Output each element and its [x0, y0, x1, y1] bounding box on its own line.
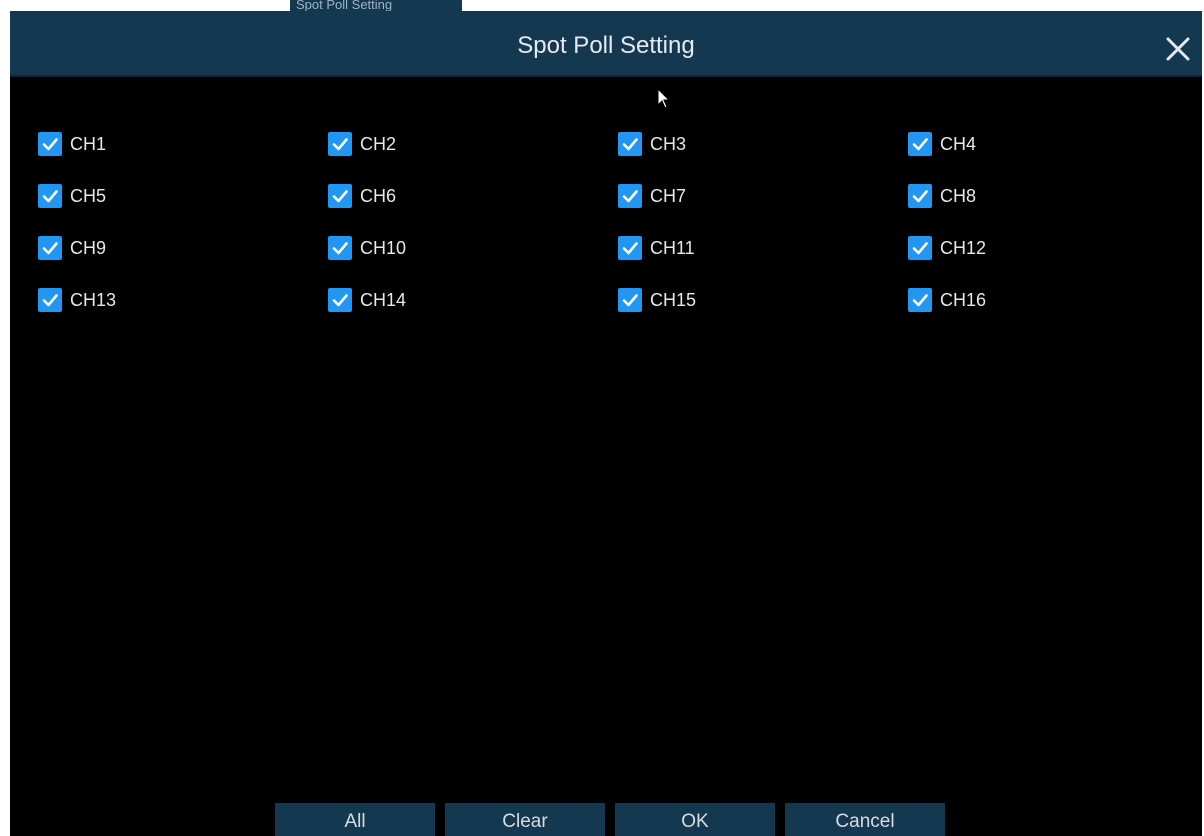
close-button[interactable] — [1160, 31, 1196, 67]
channel-checkbox-ch12[interactable]: CH12 — [908, 235, 986, 261]
channel-checkbox-ch6[interactable]: CH6 — [328, 183, 396, 209]
channel-checkbox-ch4[interactable]: CH4 — [908, 131, 976, 157]
checkbox-checked-icon[interactable] — [328, 236, 352, 260]
checkbox-checked-icon[interactable] — [908, 236, 932, 260]
checkbox-checked-icon[interactable] — [328, 184, 352, 208]
channel-checkbox-ch7[interactable]: CH7 — [618, 183, 686, 209]
channel-label: CH3 — [650, 133, 687, 154]
channel-checkbox-ch9[interactable]: CH9 — [38, 235, 106, 261]
channel-checkbox-ch5[interactable]: CH5 — [38, 183, 106, 209]
channel-label: CH9 — [70, 237, 107, 258]
checkbox-checked-icon[interactable] — [618, 236, 642, 260]
channel-label: CH15 — [650, 289, 697, 310]
channel-label: CH12 — [940, 237, 987, 258]
channel-label: CH5 — [70, 185, 107, 206]
channel-label: CH2 — [360, 133, 397, 154]
channel-checkbox-ch13[interactable]: CH13 — [38, 287, 116, 313]
checkbox-checked-icon[interactable] — [328, 132, 352, 156]
checkbox-checked-icon[interactable] — [328, 288, 352, 312]
channel-label: CH8 — [940, 185, 977, 206]
channel-label: CH11 — [650, 237, 695, 258]
ok-button[interactable]: OK — [615, 803, 775, 836]
checkbox-checked-icon[interactable] — [618, 184, 642, 208]
close-icon — [1166, 37, 1190, 61]
channel-checkbox-ch14[interactable]: CH14 — [328, 287, 406, 313]
channel-label: CH13 — [70, 289, 117, 310]
channel-checkbox-ch8[interactable]: CH8 — [908, 183, 976, 209]
checkbox-checked-icon[interactable] — [38, 236, 62, 260]
channel-checkbox-ch16[interactable]: CH16 — [908, 287, 986, 313]
clear-button[interactable]: Clear — [445, 803, 605, 836]
dialog-title: Spot Poll Setting — [517, 32, 695, 59]
channel-label: CH1 — [70, 133, 107, 154]
channel-label: CH10 — [360, 237, 407, 258]
checkbox-checked-icon[interactable] — [38, 132, 62, 156]
all-button[interactable]: All — [275, 803, 435, 836]
checkbox-checked-icon[interactable] — [38, 184, 62, 208]
channel-checkbox-ch15[interactable]: CH15 — [618, 287, 696, 313]
spot-poll-setting-dialog: Spot Poll Setting CH1 CH2 CH3 CH4 CH5 CH6 CH7 C… — [10, 11, 1202, 836]
checkbox-checked-icon[interactable] — [38, 288, 62, 312]
channel-label: CH6 — [360, 185, 397, 206]
channel-label: CH16 — [940, 289, 987, 310]
channel-checkbox-ch3[interactable]: CH3 — [618, 131, 686, 157]
checkbox-checked-icon[interactable] — [618, 288, 642, 312]
channel-checkbox-ch10[interactable]: CH10 — [328, 235, 406, 261]
channel-checkbox-ch2[interactable]: CH2 — [328, 131, 396, 157]
channel-checkbox-ch11[interactable]: CH11 — [618, 235, 695, 261]
checkbox-checked-icon[interactable] — [908, 184, 932, 208]
mouse-cursor-icon — [657, 88, 671, 109]
dialog-titlebar: Spot Poll Setting — [10, 11, 1202, 77]
channel-label: CH7 — [650, 185, 687, 206]
channel-label: CH4 — [940, 133, 977, 154]
channel-label: CH14 — [360, 289, 407, 310]
channel-checkbox-ch1[interactable]: CH1 — [38, 131, 106, 157]
checkbox-checked-icon[interactable] — [908, 132, 932, 156]
checkbox-checked-icon[interactable] — [618, 132, 642, 156]
checkbox-checked-icon[interactable] — [908, 288, 932, 312]
cancel-button[interactable]: Cancel — [785, 803, 945, 836]
